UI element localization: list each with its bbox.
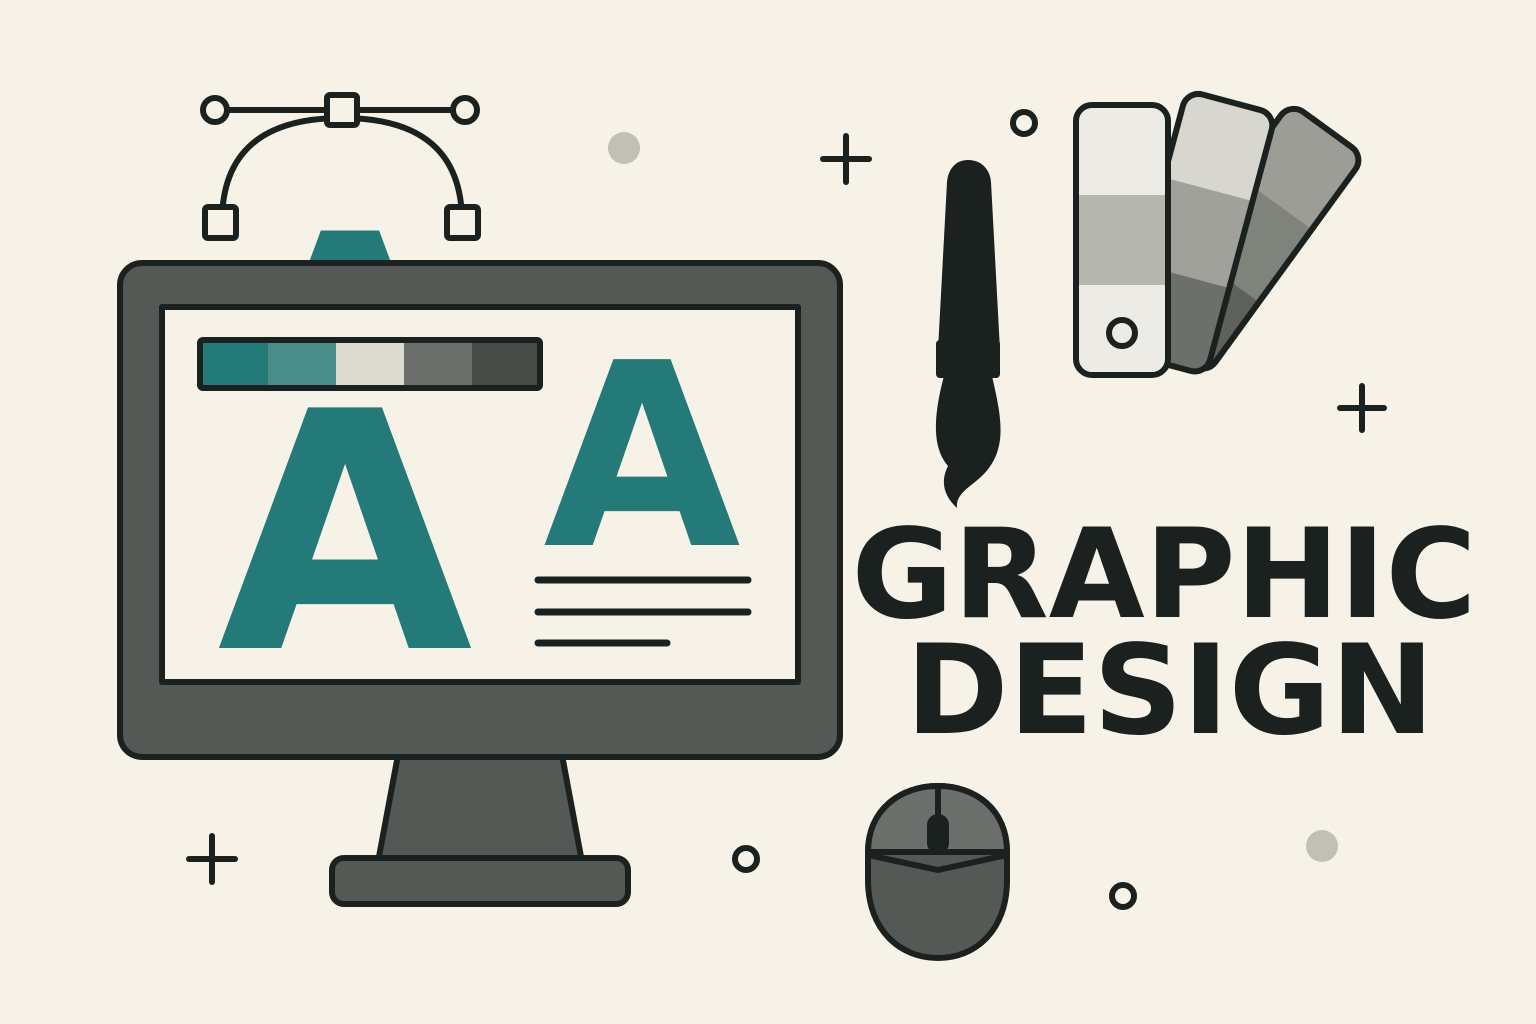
- mouse-icon: [865, 783, 1010, 961]
- paintbrush-ferrule: [936, 340, 1000, 378]
- paintbrush-bristles: [935, 376, 1001, 508]
- swatch-card-front: [1073, 102, 1171, 378]
- bezier-anchor-left: [202, 204, 239, 241]
- screen-large-letter: A: [217, 342, 475, 726]
- plus-sparkle-icon: [186, 833, 238, 885]
- dot-sparkle-icon: [1306, 830, 1338, 862]
- circle-sparkle-icon: [1010, 109, 1038, 137]
- bezier-handle-left: [200, 95, 230, 125]
- swatch-band: [1076, 105, 1168, 197]
- circle-sparkle-icon: [732, 845, 760, 873]
- palette-swatch: [472, 340, 541, 388]
- bezier-anchor-top: [324, 92, 360, 128]
- monitor-stand-base: [329, 855, 631, 907]
- mouse-scroll-wheel: [927, 814, 949, 854]
- dot-sparkle-icon: [608, 132, 640, 164]
- graphic-design-illustration: A A A GRAPHIC DESIGN: [117, 90, 1477, 961]
- plus-sparkle-icon: [820, 133, 872, 185]
- swatch-band: [1076, 195, 1168, 287]
- bezier-handle-right: [450, 95, 480, 125]
- plus-sparkle-icon: [1337, 383, 1387, 433]
- swatch-band: [1076, 285, 1168, 375]
- circle-sparkle-icon: [1109, 882, 1137, 910]
- color-swatch-fan-icon: [1073, 90, 1365, 378]
- screen-small-letter: A: [543, 309, 740, 606]
- title-line-2: DESIGN: [906, 619, 1435, 763]
- paintbrush-icon: [935, 160, 1001, 508]
- paintbrush-handle: [938, 160, 1000, 350]
- monitor-stand-neck: [375, 752, 585, 865]
- bezier-anchor-right: [444, 204, 481, 241]
